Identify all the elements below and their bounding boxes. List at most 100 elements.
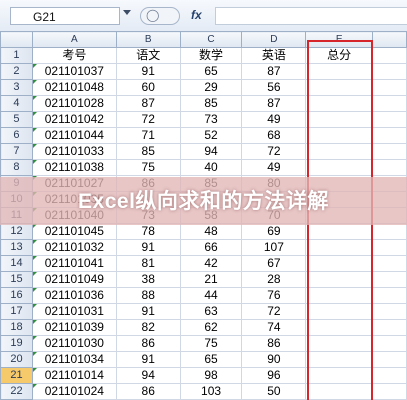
id-cell[interactable]: 021101036	[31, 287, 117, 304]
column-header-f[interactable]	[372, 31, 407, 48]
formula-controls[interactable]: ◯	[140, 7, 180, 25]
shuxue-cell[interactable]: 21	[179, 271, 243, 288]
empty-cell[interactable]	[372, 303, 407, 320]
fx-icon[interactable]: fx	[191, 8, 202, 22]
empty-cell[interactable]	[372, 47, 407, 64]
yuwen-cell[interactable]: 86	[115, 335, 181, 352]
select-all-corner[interactable]	[0, 31, 33, 48]
column-header-b[interactable]: B	[115, 31, 181, 48]
yingyu-cell[interactable]: 67	[241, 255, 307, 272]
yingyu-cell[interactable]: 87	[241, 63, 307, 80]
yingyu-cell[interactable]: 28	[241, 271, 307, 288]
total-cell[interactable]	[305, 111, 374, 128]
yingyu-cell[interactable]: 90	[241, 351, 307, 368]
empty-cell[interactable]	[372, 223, 407, 240]
column-header-e[interactable]: E	[305, 31, 374, 48]
id-cell[interactable]: 021101038	[31, 159, 117, 176]
shuxue-cell[interactable]: 103	[179, 383, 243, 400]
shuxue-cell[interactable]: 75	[179, 335, 243, 352]
total-cell[interactable]	[305, 287, 374, 304]
empty-cell[interactable]	[372, 239, 407, 256]
yingyu-cell[interactable]: 68	[241, 127, 307, 144]
id-cell[interactable]: 021101049	[31, 271, 117, 288]
shuxue-cell[interactable]: 65	[179, 63, 243, 80]
shuxue-cell[interactable]: 40	[179, 159, 243, 176]
total-cell[interactable]	[305, 143, 374, 160]
empty-cell[interactable]	[372, 367, 407, 384]
yuwen-cell[interactable]: 91	[115, 351, 181, 368]
header-cell-yingyu[interactable]: 英语	[241, 47, 307, 64]
id-cell[interactable]: 021101042	[31, 111, 117, 128]
yuwen-cell[interactable]: 91	[115, 303, 181, 320]
column-header-d[interactable]: D	[241, 31, 307, 48]
column-header-a[interactable]: A	[31, 31, 117, 48]
header-cell-zongfen[interactable]: 总分	[305, 47, 374, 64]
yuwen-cell[interactable]: 38	[115, 271, 181, 288]
yuwen-cell[interactable]: 94	[115, 367, 181, 384]
empty-cell[interactable]	[372, 79, 407, 96]
yingyu-cell[interactable]: 76	[241, 287, 307, 304]
cancel-icon[interactable]: ◯	[146, 8, 159, 22]
yuwen-cell[interactable]: 81	[115, 255, 181, 272]
row-header[interactable]: 12	[0, 223, 33, 240]
yingyu-cell[interactable]: 74	[241, 319, 307, 336]
yingyu-cell[interactable]: 56	[241, 79, 307, 96]
chevron-down-icon[interactable]	[123, 10, 131, 15]
total-cell[interactable]	[305, 319, 374, 336]
yingyu-cell[interactable]: 86	[241, 335, 307, 352]
row-header[interactable]: 7	[0, 143, 33, 160]
yuwen-cell[interactable]: 72	[115, 111, 181, 128]
row-header[interactable]: 17	[0, 303, 33, 320]
total-cell[interactable]	[305, 95, 374, 112]
shuxue-cell[interactable]: 98	[179, 367, 243, 384]
row-header[interactable]: 22	[0, 383, 33, 400]
row-header[interactable]: 1	[0, 47, 33, 64]
row-header[interactable]: 18	[0, 319, 33, 336]
shuxue-cell[interactable]: 73	[179, 111, 243, 128]
empty-cell[interactable]	[372, 319, 407, 336]
shuxue-cell[interactable]: 48	[179, 223, 243, 240]
row-header[interactable]: 15	[0, 271, 33, 288]
yingyu-cell[interactable]: 50	[241, 383, 307, 400]
empty-cell[interactable]	[372, 271, 407, 288]
total-cell[interactable]	[305, 239, 374, 256]
row-header[interactable]: 20	[0, 351, 33, 368]
id-cell[interactable]: 021101034	[31, 351, 117, 368]
yuwen-cell[interactable]: 87	[115, 95, 181, 112]
id-cell[interactable]: 021101045	[31, 223, 117, 240]
empty-cell[interactable]	[372, 287, 407, 304]
yingyu-cell[interactable]: 72	[241, 143, 307, 160]
yuwen-cell[interactable]: 88	[115, 287, 181, 304]
total-cell[interactable]	[305, 335, 374, 352]
formula-input[interactable]	[215, 7, 407, 25]
empty-cell[interactable]	[372, 351, 407, 368]
column-header-c[interactable]: C	[179, 31, 243, 48]
id-cell[interactable]: 021101044	[31, 127, 117, 144]
total-cell[interactable]	[305, 223, 374, 240]
yingyu-cell[interactable]: 107	[241, 239, 307, 256]
total-cell[interactable]	[305, 383, 374, 400]
empty-cell[interactable]	[372, 143, 407, 160]
header-cell-yuwen[interactable]: 语文	[115, 47, 181, 64]
yuwen-cell[interactable]: 78	[115, 223, 181, 240]
empty-cell[interactable]	[372, 63, 407, 80]
row-header[interactable]: 13	[0, 239, 33, 256]
id-cell[interactable]: 021101028	[31, 95, 117, 112]
row-header[interactable]: 21	[0, 367, 33, 384]
empty-cell[interactable]	[372, 383, 407, 400]
row-header[interactable]: 5	[0, 111, 33, 128]
yuwen-cell[interactable]: 71	[115, 127, 181, 144]
shuxue-cell[interactable]: 44	[179, 287, 243, 304]
yuwen-cell[interactable]: 91	[115, 63, 181, 80]
shuxue-cell[interactable]: 85	[179, 95, 243, 112]
yingyu-cell[interactable]: 87	[241, 95, 307, 112]
yuwen-cell[interactable]: 82	[115, 319, 181, 336]
empty-cell[interactable]	[372, 127, 407, 144]
id-cell[interactable]: 021101032	[31, 239, 117, 256]
shuxue-cell[interactable]: 63	[179, 303, 243, 320]
shuxue-cell[interactable]: 62	[179, 319, 243, 336]
empty-cell[interactable]	[372, 111, 407, 128]
total-cell[interactable]	[305, 159, 374, 176]
row-header[interactable]: 3	[0, 79, 33, 96]
id-cell[interactable]: 021101041	[31, 255, 117, 272]
